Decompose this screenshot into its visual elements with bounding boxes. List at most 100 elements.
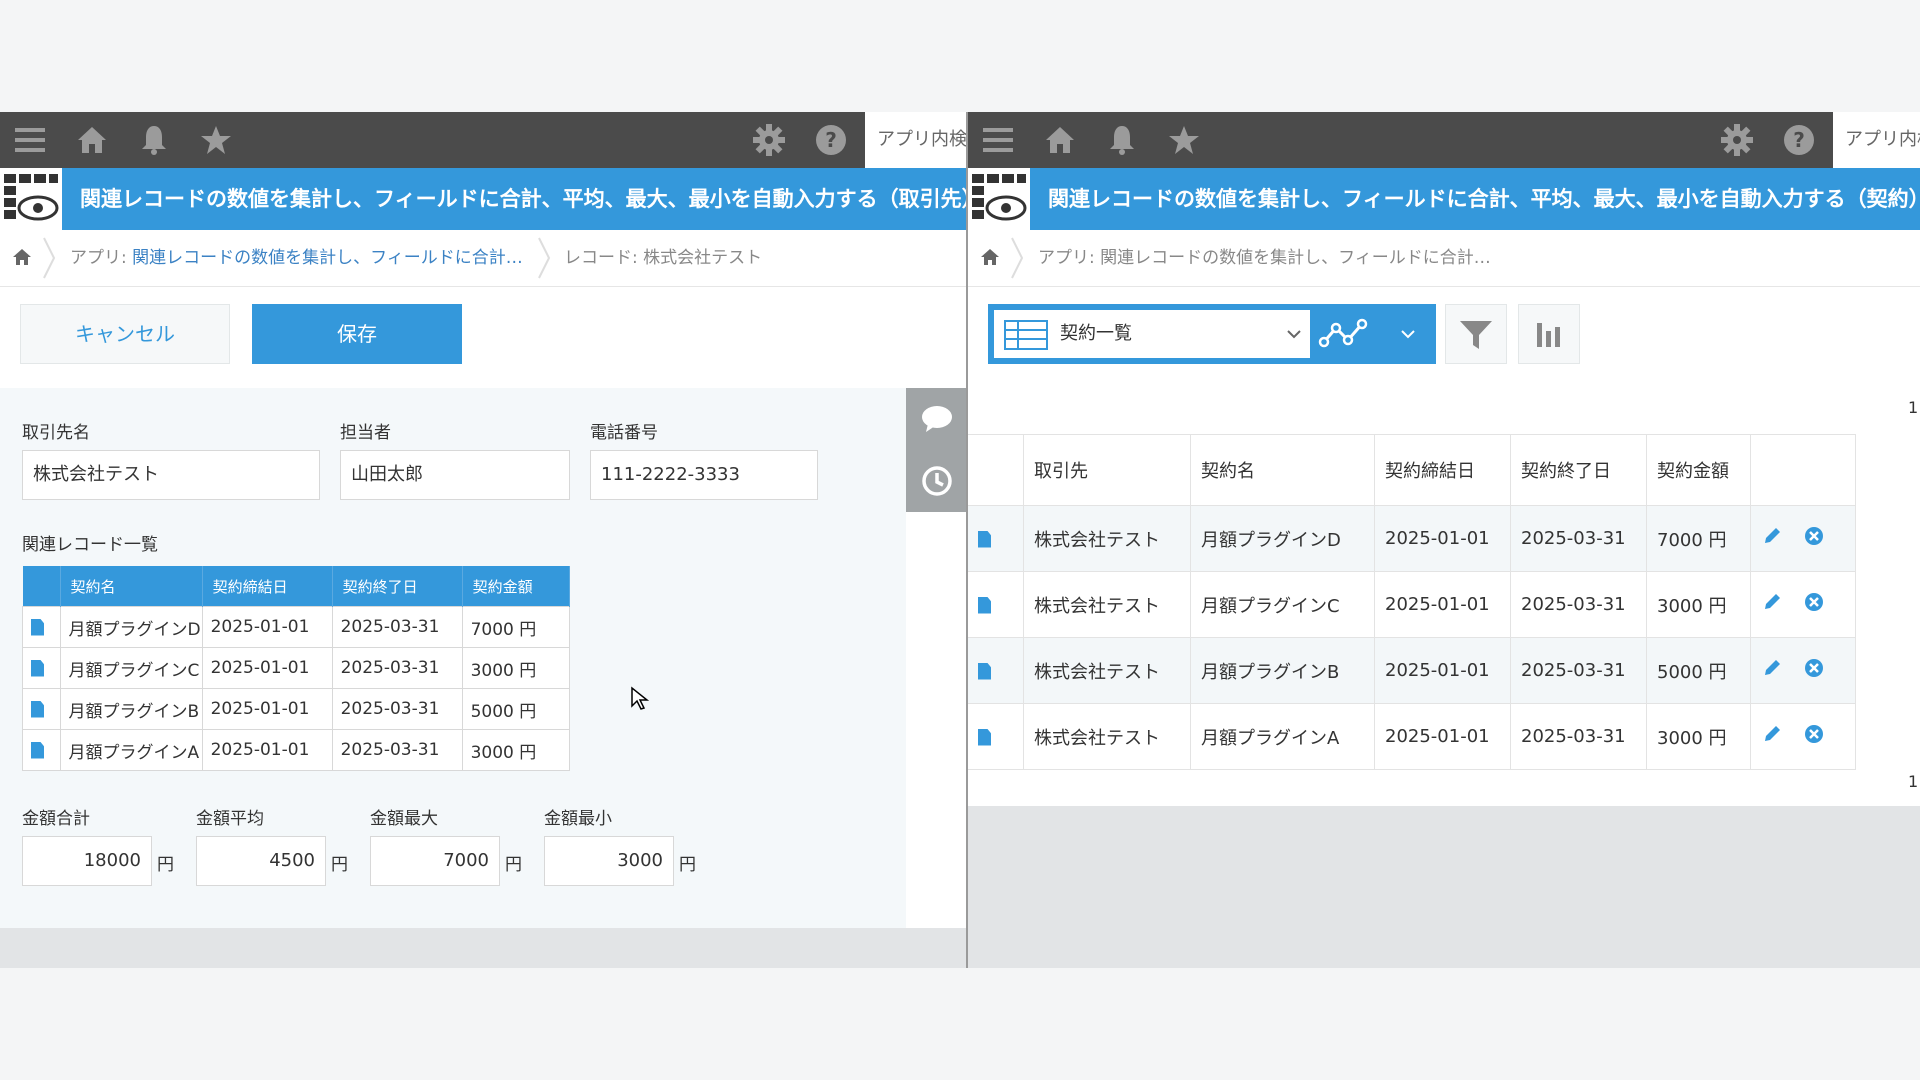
record-detail-icon[interactable] — [968, 505, 1024, 572]
total-sum-field[interactable]: 18000 — [22, 836, 152, 886]
bell-icon[interactable] — [1104, 122, 1140, 158]
table-row[interactable]: 株式会社テスト 月額プラグインC 2025-01-01 2025-03-31 3… — [968, 571, 1856, 638]
record-form: 取引先名 株式会社テスト 担当者 山田太郎 電話番号 111-2222-3333… — [0, 388, 906, 928]
record-detail-icon[interactable] — [968, 637, 1024, 704]
row-actions — [1750, 571, 1856, 638]
yen-unit: 円 — [679, 855, 696, 875]
table-cell: 月額プラグインC — [59, 647, 203, 689]
breadcrumb-home-icon[interactable] — [980, 247, 1000, 272]
menu-icon[interactable] — [12, 122, 48, 158]
row-actions — [1750, 637, 1856, 704]
table-cell: 2025-01-01 — [1374, 637, 1511, 704]
menu-icon[interactable] — [980, 122, 1016, 158]
total-average-field[interactable]: 4500 — [196, 836, 326, 886]
gear-icon[interactable] — [751, 122, 787, 158]
home-icon[interactable] — [1042, 122, 1078, 158]
delete-icon[interactable] — [1803, 525, 1825, 547]
yen-unit: 円 — [157, 855, 174, 875]
table-header: 契約金額 — [462, 566, 571, 607]
star-icon[interactable] — [1166, 122, 1202, 158]
person-label: 担当者 — [340, 423, 391, 443]
table-cell: 2025-03-31 — [331, 688, 463, 730]
total-min-field[interactable]: 3000 — [544, 836, 674, 886]
table-row: 月額プラグインA 2025-01-01 2025-03-31 3000 円 — [22, 729, 571, 771]
table-cell: 株式会社テスト — [1023, 505, 1191, 572]
filter-button[interactable] — [1445, 304, 1507, 364]
help-icon[interactable]: ? — [1781, 122, 1817, 158]
phone-label: 電話番号 — [590, 423, 658, 443]
total-max-field[interactable]: 7000 — [370, 836, 500, 886]
breadcrumb-app[interactable]: アプリ: 関連レコードの数値を集計し、フィールドに合計… — [70, 230, 523, 286]
company-field[interactable]: 株式会社テスト — [22, 450, 320, 500]
edit-icon[interactable] — [1761, 591, 1783, 613]
history-icon[interactable] — [920, 464, 954, 502]
table-cell: 2025-01-01 — [1374, 571, 1511, 638]
record-detail-icon[interactable] — [968, 571, 1024, 638]
table-cell: 2025-01-01 — [201, 647, 333, 689]
table-cell: 7000 円 — [1646, 505, 1751, 572]
record-link-icon[interactable] — [22, 647, 61, 689]
app-title: 関連レコードの数値を集計し、フィールドに合計、平均、最大、最小を自動入力する（契… — [1048, 187, 1920, 211]
table-cell: 2025-03-31 — [1510, 505, 1647, 572]
edit-icon[interactable] — [1761, 723, 1783, 745]
svg-text:?: ? — [825, 128, 837, 152]
table-header: 契約金額 — [1646, 434, 1751, 506]
breadcrumb-separator — [43, 237, 56, 279]
table-cell: 月額プラグインC — [1190, 571, 1375, 638]
total-average-label: 金額平均 — [196, 809, 264, 829]
breadcrumb-app: アプリ: 関連レコードの数値を集計し、フィールドに合計… — [1038, 248, 1491, 268]
table-row[interactable]: 株式会社テスト 月額プラグインA 2025-01-01 2025-03-31 3… — [968, 703, 1856, 770]
global-header: ? アプリ内検 — [968, 112, 1920, 168]
home-icon[interactable] — [74, 122, 110, 158]
cancel-button[interactable]: キャンセル — [20, 304, 230, 364]
phone-field[interactable]: 111-2222-3333 — [590, 450, 818, 500]
table-cell: 2025-01-01 — [201, 606, 333, 648]
table-row[interactable]: 株式会社テスト 月額プラグインD 2025-01-01 2025-03-31 7… — [968, 505, 1856, 572]
breadcrumb: アプリ: 関連レコードの数値を集計し、フィールドに合計… — [968, 230, 1920, 287]
comment-icon[interactable] — [920, 404, 954, 438]
chevron-down-icon — [1287, 330, 1301, 339]
bell-icon[interactable] — [136, 122, 172, 158]
table-row: 月額プラグインD 2025-01-01 2025-03-31 7000 円 — [22, 606, 571, 648]
bar-chart-icon — [1537, 323, 1560, 347]
record-link-icon[interactable] — [22, 729, 61, 771]
app-search-input[interactable]: アプリ内検 — [1833, 112, 1920, 168]
table-row: 月額プラグインC 2025-01-01 2025-03-31 3000 円 — [22, 647, 571, 689]
gear-icon[interactable] — [1719, 122, 1755, 158]
side-panel-tabs — [906, 388, 967, 512]
breadcrumb-separator — [538, 237, 551, 279]
pager-top[interactable]: 1 — [1908, 398, 1918, 417]
app-title-bar: 関連レコードの数値を集計し、フィールドに合計、平均、最大、最小を自動入力する（取… — [0, 168, 967, 230]
save-button[interactable]: 保存 — [252, 304, 462, 364]
table-cell: 月額プラグインB — [59, 688, 203, 730]
app-title-bar: 関連レコードの数値を集計し、フィールドに合計、平均、最大、最小を自動入力する（契… — [968, 168, 1920, 230]
record-link-icon[interactable] — [22, 606, 61, 648]
delete-icon[interactable] — [1803, 657, 1825, 679]
breadcrumb: アプリ: 関連レコードの数値を集計し、フィールドに合計… レコード: 株式会社テ… — [0, 230, 967, 287]
person-field[interactable]: 山田太郎 — [340, 450, 570, 500]
breadcrumb-home-icon[interactable] — [12, 247, 32, 272]
delete-icon[interactable] — [1803, 591, 1825, 613]
app-icon — [968, 168, 1030, 230]
record-detail-icon[interactable] — [968, 703, 1024, 770]
edit-icon[interactable] — [1761, 525, 1783, 547]
star-icon[interactable] — [198, 122, 234, 158]
graph-icon[interactable] — [1318, 310, 1376, 362]
edit-icon[interactable] — [1761, 657, 1783, 679]
table-cell: 月額プラグインA — [1190, 703, 1375, 770]
graph-button[interactable] — [1518, 304, 1580, 364]
delete-icon[interactable] — [1803, 723, 1825, 745]
app-title: 関連レコードの数値を集計し、フィールドに合計、平均、最大、最小を自動入力する（取… — [80, 187, 967, 211]
table-cell: 2025-01-01 — [1374, 703, 1511, 770]
chevron-down-icon[interactable] — [1400, 328, 1416, 340]
help-icon[interactable]: ? — [813, 122, 849, 158]
table-row[interactable]: 株式会社テスト 月額プラグインB 2025-01-01 2025-03-31 5… — [968, 637, 1856, 704]
table-cell: 2025-03-31 — [1510, 571, 1647, 638]
row-actions — [1750, 505, 1856, 572]
table-header: 契約締結日 — [202, 566, 333, 607]
pager-bottom[interactable]: 1 — [1908, 772, 1918, 791]
table-cell: 2025-03-31 — [331, 606, 463, 648]
view-select[interactable]: 契約一覧 — [994, 310, 1310, 358]
app-search-input[interactable]: アプリ内検 — [865, 112, 967, 168]
record-link-icon[interactable] — [22, 688, 61, 730]
